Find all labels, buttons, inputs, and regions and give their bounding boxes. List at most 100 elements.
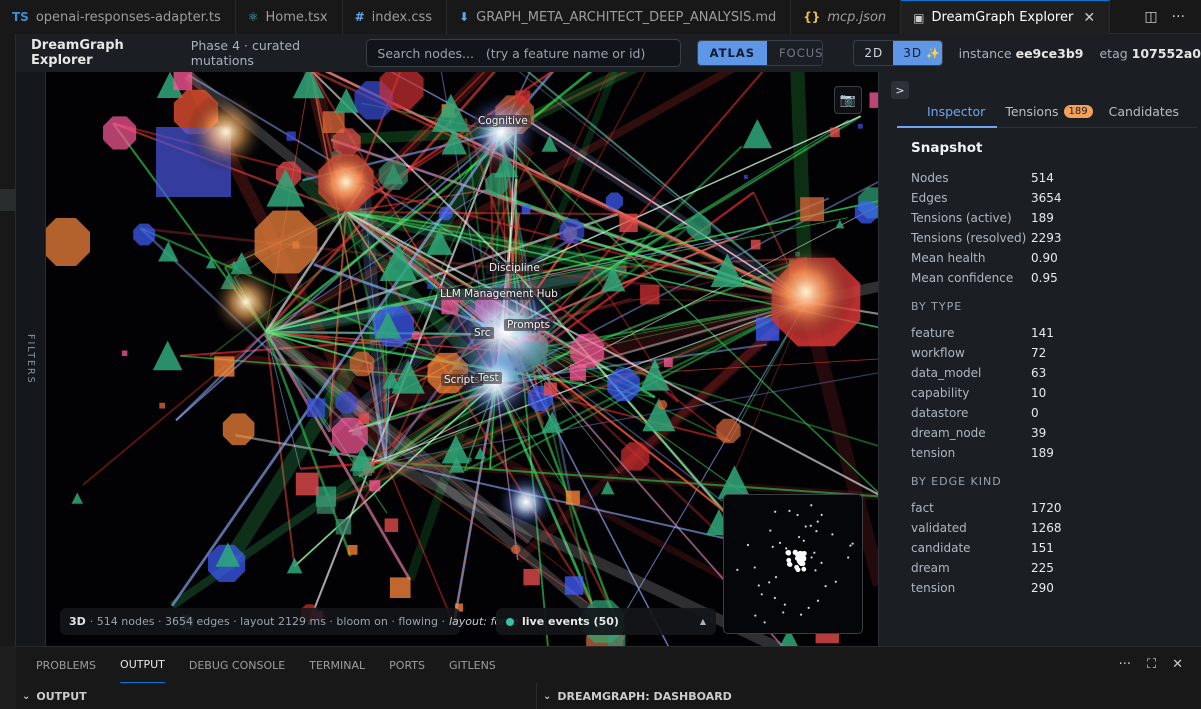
tab-gitlens[interactable]: GITLENS xyxy=(449,647,496,683)
tab-index-css[interactable]: # index.css xyxy=(342,0,448,34)
graph-node xyxy=(857,123,863,129)
tab-home-tsx[interactable]: ⚛ Home.tsx xyxy=(235,0,343,34)
node-glow xyxy=(496,472,556,532)
snapshot-title: Snapshot xyxy=(911,140,983,156)
live-events-toggle[interactable]: live events (50) ▲ xyxy=(496,608,716,635)
live-indicator-icon xyxy=(506,617,514,626)
minimap-dot xyxy=(796,513,799,517)
graph-node xyxy=(389,256,394,262)
tab-ports[interactable]: PORTS xyxy=(389,647,425,683)
focus-button[interactable]: FOCUS xyxy=(767,41,823,65)
minimap-dot xyxy=(820,513,823,516)
node-label-src[interactable]: Src xyxy=(471,327,494,339)
chevron-down-icon: ⌄ xyxy=(543,691,552,702)
graph-node xyxy=(750,239,761,250)
stat-row: datastore 0 xyxy=(911,403,1181,423)
minimap-dot xyxy=(820,561,823,565)
tab-inspector[interactable]: Inspector xyxy=(897,96,998,128)
stat-value: 0.95 xyxy=(1031,271,1058,285)
tab-output[interactable]: OUTPUT xyxy=(120,647,165,683)
stat-value: 290 xyxy=(1031,581,1054,595)
editor-actions: ◫ ··· xyxy=(1144,0,1201,33)
view-2d-button[interactable]: 2D xyxy=(854,41,894,65)
graph-node xyxy=(742,118,773,149)
split-editor-icon[interactable]: ◫ xyxy=(1144,9,1157,25)
graph-node xyxy=(605,192,624,210)
close-panel-icon[interactable]: ✕ xyxy=(1172,657,1183,672)
close-icon[interactable]: ✕ xyxy=(1083,10,1095,26)
minimap-dot xyxy=(815,530,818,533)
graph-node xyxy=(854,200,878,224)
stat-value: 63 xyxy=(1031,366,1047,380)
tab-openai-responses-adapter[interactable]: TS openai-responses-adapter.ts xyxy=(0,0,236,34)
stat-value: 1720 xyxy=(1031,501,1062,515)
minimap[interactable] xyxy=(723,494,863,634)
by-edge-kind-list: fact 1720 validated 1268 candidate 151 dream 22… xyxy=(911,498,1181,598)
feature-node xyxy=(46,217,91,267)
graph-node xyxy=(389,577,411,599)
screenshot-button[interactable]: 📷 xyxy=(834,86,862,114)
graph-node xyxy=(214,356,235,377)
tab-dreamgraph-explorer[interactable]: ▣ DreamGraph Explorer ✕ xyxy=(901,0,1111,34)
minimap-dot xyxy=(746,543,750,547)
graph-canvas[interactable]: Cognitive Discipline LLM Management Hub … xyxy=(46,72,878,646)
more-actions-icon[interactable]: ··· xyxy=(1119,657,1131,672)
view-3d-button[interactable]: 3D ✨ xyxy=(893,41,942,65)
tab-terminal[interactable]: TERMINAL xyxy=(309,647,365,683)
minimap-dot xyxy=(757,584,760,587)
stat-row: feature 141 xyxy=(911,323,1181,343)
minimap-dot xyxy=(783,603,786,606)
tab-debug-console[interactable]: DEBUG CONSOLE xyxy=(189,647,285,683)
graph-node xyxy=(565,490,580,505)
minimap-dot xyxy=(760,593,763,596)
stat-value: 2293 xyxy=(1031,231,1062,245)
minimap-cluster-dot xyxy=(801,566,807,572)
minimap-cluster-dot xyxy=(792,549,798,555)
stat-value: 72 xyxy=(1031,346,1047,360)
graph-node xyxy=(607,368,640,401)
chevron-up-icon: ▲ xyxy=(699,617,706,626)
minimap-dot xyxy=(753,566,756,569)
tab-graph-meta-architect[interactable]: ⬇ GRAPH_META_ARCHITECT_DEEP_ANALYSIS.md xyxy=(447,0,792,34)
node-label-cognitive[interactable]: Cognitive xyxy=(475,115,531,127)
bottom-sections: ⌄ OUTPUT ⌄ DREAMGRAPH: DASHBOARD xyxy=(16,683,1201,709)
graph-node xyxy=(103,116,137,150)
tab-candidates[interactable]: Candidates xyxy=(1101,96,1187,127)
output-section-header[interactable]: ⌄ OUTPUT xyxy=(16,683,536,709)
minimap-dot xyxy=(754,614,757,617)
render-mode: 3D xyxy=(69,615,86,628)
stat-label: Mean health xyxy=(911,251,986,265)
stat-label: data_model xyxy=(911,366,982,380)
node-glow xyxy=(461,92,541,172)
tab-tensions[interactable]: Tensions 189 xyxy=(997,96,1100,127)
instance-label: instance xyxy=(958,45,1012,61)
graph-node xyxy=(295,472,319,496)
minimap-dot xyxy=(802,539,805,542)
node-label-test[interactable]: Test xyxy=(475,372,502,384)
tab-problems[interactable]: PROBLEMS xyxy=(36,647,96,683)
node-label-llm-management-hub[interactable]: LLM Management Hub xyxy=(437,288,561,300)
more-actions-icon[interactable]: ··· xyxy=(1172,9,1185,25)
render-stats: · 514 nodes · 3654 edges · layout 2129 m… xyxy=(89,615,445,628)
panel-tabs: Inspector Tensions 189 Candidates xyxy=(897,96,1197,128)
atlas-button[interactable]: ATLAS xyxy=(697,41,768,65)
stat-row: workflow 72 xyxy=(911,343,1181,363)
graph-node xyxy=(511,545,521,555)
render-status-bar: 3D · 514 nodes · 3654 edges · layout 212… xyxy=(60,608,518,635)
graph-node xyxy=(159,402,166,409)
instance-value: ee9ce3b9 xyxy=(1015,45,1084,61)
search-input[interactable] xyxy=(366,39,681,67)
stat-row: Nodes 514 xyxy=(911,168,1181,188)
graph-node xyxy=(830,127,840,138)
stat-value: 0.90 xyxy=(1031,251,1058,265)
dashboard-section-header[interactable]: ⌄ DREAMGRAPH: DASHBOARD xyxy=(536,683,1201,709)
maximize-panel-icon[interactable]: ⛶ xyxy=(1147,657,1156,672)
tab-mcp-json[interactable]: {} mcp.json xyxy=(791,0,902,34)
node-label-discipline[interactable]: Discipline xyxy=(486,262,543,274)
filters-toggle[interactable]: FILTERS xyxy=(16,72,46,646)
graph-node xyxy=(438,206,453,221)
node-label-prompts[interactable]: Prompts xyxy=(504,319,554,331)
node-glow xyxy=(311,147,381,217)
graph-node xyxy=(335,392,357,414)
stat-label: Tensions (active) xyxy=(911,211,1012,225)
